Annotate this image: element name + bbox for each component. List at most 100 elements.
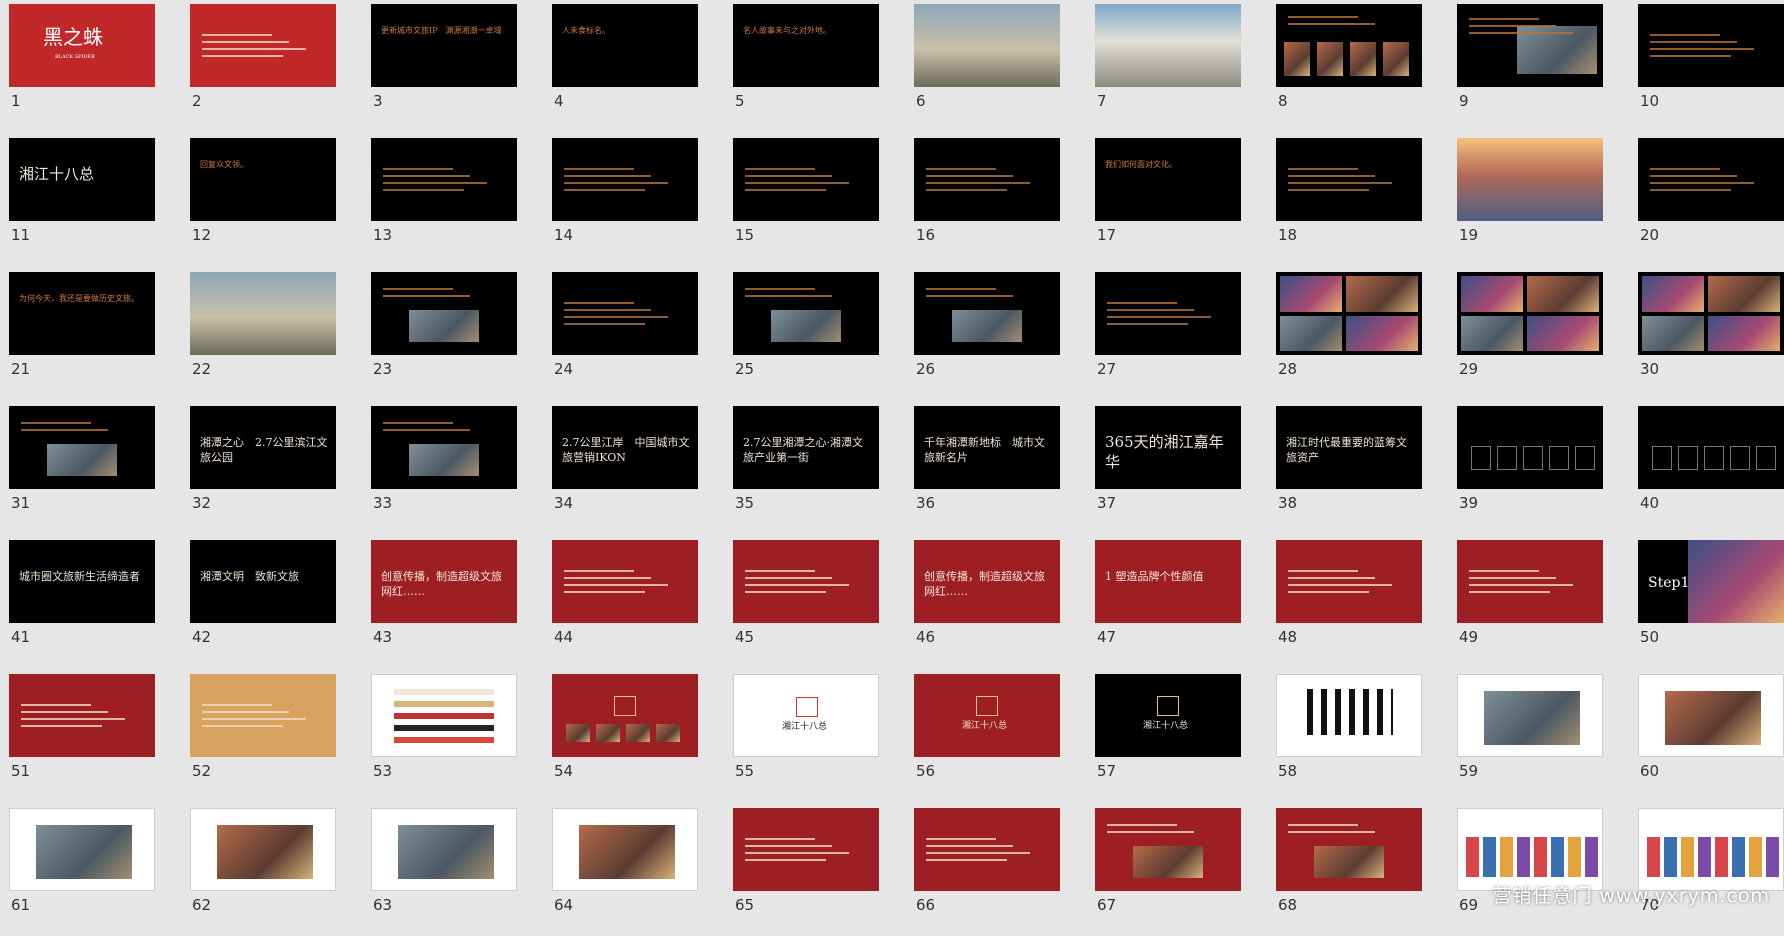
- slide-thumbnail[interactable]: [733, 540, 879, 623]
- slide-thumbnail[interactable]: [190, 674, 336, 757]
- slide-thumbnail[interactable]: 2.7公里湘潭之心·湘潭文旅产业第一街: [733, 406, 879, 489]
- slide-thumbnail-cell: 66: [910, 804, 1090, 936]
- slide-thumbnail[interactable]: [9, 674, 155, 757]
- slide-thumbnail-cell: 33: [367, 402, 547, 534]
- slide-thumbnail[interactable]: [733, 138, 879, 221]
- text-line: [21, 704, 91, 706]
- slide-thumbnail[interactable]: [1638, 406, 1784, 489]
- text-line: [745, 845, 832, 847]
- slide-thumbnail[interactable]: [1457, 674, 1603, 757]
- slide-thumbnail[interactable]: [914, 138, 1060, 221]
- slide-thumbnail[interactable]: 1 塑造品牌个性颜值: [1095, 540, 1241, 623]
- slide-thumbnail[interactable]: [1457, 808, 1603, 891]
- slide-thumbnail[interactable]: 更新城市文旅IP 渊源湘潮一卓域: [371, 4, 517, 87]
- slide-thumbnail[interactable]: 湘江十八总: [9, 138, 155, 221]
- slide-thumbnail[interactable]: 湘江时代最重要的蓝筹文旅资产: [1276, 406, 1422, 489]
- slide-thumbnail[interactable]: 湘潭文明 致新文旅: [190, 540, 336, 623]
- slide-thumbnail[interactable]: 人未食标名。: [552, 4, 698, 87]
- slide-thumbnail[interactable]: [914, 4, 1060, 87]
- slide-thumbnail[interactable]: [371, 674, 517, 757]
- slide-thumbnail[interactable]: [1638, 272, 1784, 355]
- slide-thumbnail-cell: 黑之蛛 BLACK SPIDER 1: [5, 0, 185, 132]
- slide-thumbnail[interactable]: [1095, 272, 1241, 355]
- slide-thumbnail[interactable]: [190, 272, 336, 355]
- slide-thumbnail[interactable]: [1638, 4, 1784, 87]
- tree-node: [1704, 446, 1724, 470]
- slide-thumbnail[interactable]: 湘江十八总: [1095, 674, 1241, 757]
- slide-thumbnail[interactable]: 湘江十八总: [733, 674, 879, 757]
- slide-thumbnail[interactable]: 回复众文领。: [190, 138, 336, 221]
- slide-title: 2.7公里江岸 中国城市文旅营销IKON: [562, 436, 690, 464]
- slide-thumbnail[interactable]: [733, 808, 879, 891]
- slide-thumbnail[interactable]: [1457, 540, 1603, 623]
- slide-thumbnail[interactable]: 创意传播，制造超级文旅网红……: [371, 540, 517, 623]
- slide-thumbnail[interactable]: 名人故事未与之对外地。: [733, 4, 879, 87]
- slide-thumbnail[interactable]: [1276, 272, 1422, 355]
- slide-thumbnail[interactable]: [1638, 138, 1784, 221]
- slide-number: 35: [735, 494, 755, 512]
- slide-number: 56: [916, 762, 936, 780]
- slide-thumbnail[interactable]: [1457, 4, 1603, 87]
- text-line: [564, 323, 645, 325]
- slide-thumbnail[interactable]: 城市圈文旅新生活缔造者: [9, 540, 155, 623]
- slide-thumbnail[interactable]: 我们如何面对文化。: [1095, 138, 1241, 221]
- slide-thumbnail-cell: 更新城市文旅IP 渊源湘潮一卓域 3: [367, 0, 547, 132]
- slide-number: 46: [916, 628, 936, 646]
- slide-number: 12: [192, 226, 212, 244]
- slide-thumbnail-cell: 2.7公里湘潭之心·湘潭文旅产业第一街 35: [729, 402, 909, 534]
- slide-thumbnail[interactable]: 千年湘潭新地标 城市文旅新名片: [914, 406, 1060, 489]
- slide-subtitle: BLACK SPIDER: [55, 54, 95, 60]
- slide-thumbnail[interactable]: [371, 808, 517, 891]
- slide-thumbnail[interactable]: Step1: [1638, 540, 1784, 623]
- slide-thumbnail[interactable]: 创意传播，制造超级文旅网红……: [914, 540, 1060, 623]
- character-figure: [1647, 837, 1660, 877]
- slide-image: [1642, 316, 1704, 351]
- slide-thumbnail[interactable]: [1276, 138, 1422, 221]
- slide-thumbnail[interactable]: [371, 406, 517, 489]
- slide-thumbnail[interactable]: [552, 138, 698, 221]
- slide-thumbnail[interactable]: [1095, 808, 1241, 891]
- slide-thumbnail-cell: 22: [186, 268, 366, 400]
- slide-thumbnail[interactable]: [371, 138, 517, 221]
- slide-thumbnail[interactable]: 湘江十八总: [914, 674, 1060, 757]
- slide-thumbnail[interactable]: [1457, 272, 1603, 355]
- slide-number: 33: [373, 494, 393, 512]
- slide-image: [1708, 316, 1780, 351]
- character-figure: [1715, 837, 1728, 877]
- slide-thumbnail[interactable]: [1638, 808, 1784, 891]
- slide-thumbnail[interactable]: 2.7公里江岸 中国城市文旅营销IKON: [552, 406, 698, 489]
- slide-number: 16: [916, 226, 936, 244]
- slide-thumbnail[interactable]: [190, 4, 336, 87]
- slide-thumbnail[interactable]: [1276, 4, 1422, 87]
- slide-thumbnail[interactable]: [914, 272, 1060, 355]
- slide-thumbnail[interactable]: [1095, 4, 1241, 87]
- slide-thumbnail[interactable]: [1276, 540, 1422, 623]
- slide-thumbnail[interactable]: [1457, 138, 1603, 221]
- slide-thumbnail[interactable]: [1638, 674, 1784, 757]
- slide-thumbnail[interactable]: [1276, 808, 1422, 891]
- slide-thumbnail-cell: 60: [1634, 670, 1784, 802]
- text-line: [745, 182, 849, 184]
- slide-thumbnail[interactable]: [1276, 674, 1422, 757]
- slide-thumbnail[interactable]: [733, 272, 879, 355]
- slide-image: [952, 310, 1022, 342]
- slide-thumbnail[interactable]: [9, 406, 155, 489]
- slide-thumbnail[interactable]: [552, 674, 698, 757]
- slide-thumbnail[interactable]: [1457, 406, 1603, 489]
- slide-thumbnail[interactable]: [552, 540, 698, 623]
- slide-thumbnail[interactable]: 365天的湘江嘉年华: [1095, 406, 1241, 489]
- slide-thumbnail[interactable]: [914, 808, 1060, 891]
- slide-thumbnail[interactable]: [9, 808, 155, 891]
- slide-thumbnail[interactable]: [552, 272, 698, 355]
- text-line: [1469, 32, 1573, 34]
- slide-thumbnail[interactable]: 为何今天，我还是要做历史文旅。: [9, 272, 155, 355]
- slide-thumbnail-cell: 63: [367, 804, 547, 936]
- slide-number: 24: [554, 360, 574, 378]
- slide-thumbnail[interactable]: [552, 808, 698, 891]
- slide-thumbnail[interactable]: [371, 272, 517, 355]
- slide-thumbnail[interactable]: [190, 808, 336, 891]
- slide-thumbnail[interactable]: 黑之蛛 BLACK SPIDER: [9, 4, 155, 87]
- slide-thumbnail-cell: 53: [367, 670, 547, 802]
- slide-number: 30: [1640, 360, 1660, 378]
- slide-thumbnail[interactable]: 湘潭之心 2.7公里滨江文旅公园: [190, 406, 336, 489]
